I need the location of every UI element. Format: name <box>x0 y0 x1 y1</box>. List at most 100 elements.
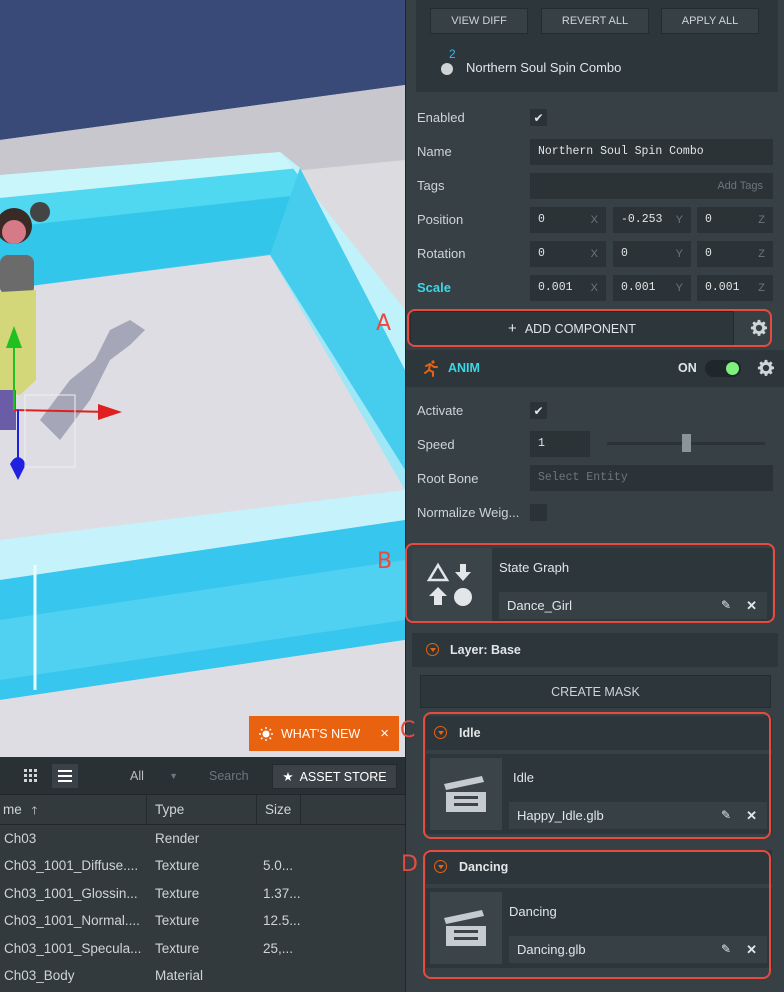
list-view-icon[interactable] <box>0 764 6 788</box>
column-name[interactable]: me 🡑 <box>0 795 147 825</box>
speed-field[interactable]: 1 <box>530 431 590 457</box>
asset-row[interactable]: Ch03_1001_Diffuse.... Texture 5.0... <box>0 852 405 879</box>
asset-row[interactable]: Ch03 Render <box>0 825 405 852</box>
apply-all-button[interactable]: APPLY ALL <box>661 8 759 34</box>
whats-new-label: WHAT'S NEW <box>281 726 361 741</box>
asset-type: Material <box>155 967 204 983</box>
anim-component-header: ANIM ON <box>406 350 784 387</box>
scene-render <box>0 0 405 757</box>
speed-label: Speed <box>417 437 455 452</box>
asset-type: Texture <box>155 913 200 929</box>
tags-placeholder: Add Tags <box>717 180 763 192</box>
asset-row[interactable]: Ch03_1001_Normal.... Texture 12.5... <box>0 907 405 934</box>
running-figure-icon <box>422 359 440 380</box>
template-panel: VIEW DIFF REVERT ALL APPLY ALL 2 Norther… <box>416 0 778 92</box>
assets-panel: All ▼ Search ★ ASSET STORE me 🡑 Type Siz… <box>0 757 405 992</box>
template-instance-item[interactable]: 2 Northern Soul Spin Combo <box>432 45 772 85</box>
asset-store-label: ASSET STORE <box>299 769 387 784</box>
activate-label: Activate <box>417 403 464 418</box>
annotation-label-b: B <box>377 549 393 574</box>
asset-row[interactable]: Ch03_1001_Specula... Texture 25,... <box>0 935 405 962</box>
details-view-icon[interactable] <box>52 764 78 788</box>
asset-name: Ch03 <box>4 831 37 846</box>
toggle-knob <box>726 362 739 375</box>
name-field[interactable]: Northern Soul Spin Combo <box>530 139 773 165</box>
rotation-y-field[interactable]: 0Y <box>613 241 691 267</box>
asset-row[interactable]: Ch03_1001_Glossin... Texture 1.37... <box>0 880 405 907</box>
asset-table-header: me 🡑 Type Size <box>0 795 405 825</box>
speed-slider-track[interactable] <box>607 434 765 452</box>
position-z-field[interactable]: 0Z <box>697 207 773 233</box>
scale-y-field[interactable]: 0.001 Y <box>613 275 691 301</box>
whats-new-button[interactable]: WHAT'S NEW × <box>249 716 399 751</box>
tags-label: Tags <box>417 178 445 193</box>
entity-dot-icon <box>441 63 453 75</box>
asset-size: 12.5... <box>263 913 301 929</box>
asset-type: Render <box>155 831 200 846</box>
asset-name: Ch03_1001_Specula... <box>4 940 142 956</box>
filter-value: All <box>130 769 144 783</box>
column-type[interactable]: Type <box>147 795 257 825</box>
asset-size: 5.0... <box>263 858 294 874</box>
asset-name: Ch03_1001_Diffuse.... <box>4 858 139 874</box>
on-label: ON <box>678 361 697 375</box>
annotation-label-a: A <box>376 311 392 336</box>
instance-count: 2 <box>449 47 456 61</box>
normalize-weights-checkbox[interactable] <box>530 504 547 521</box>
root-bone-field[interactable]: Select Entity <box>530 465 773 491</box>
anim-enabled-toggle[interactable] <box>705 360 741 377</box>
instance-name: Northern Soul Spin Combo <box>466 60 622 75</box>
annotation-label-c: C <box>400 718 416 743</box>
anim-title: ANIM <box>448 361 480 375</box>
annotation-box-a <box>407 309 772 347</box>
normalize-weights-label: Normalize Weig... <box>417 505 520 520</box>
asset-search-input[interactable]: Search <box>199 764 267 789</box>
scale-z-field[interactable]: 0.001 Z <box>697 275 773 301</box>
asset-list: Ch03 Render Ch03_1001_Diffuse.... Texture 5.… <box>0 825 405 989</box>
sort-arrow-icon: 🡑 <box>31 805 38 817</box>
annotation-box-c <box>423 712 771 839</box>
rotation-x-field[interactable]: 0X <box>530 241 606 267</box>
position-y-field[interactable]: -0.253 Y <box>613 207 691 233</box>
annotation-box-d <box>423 850 771 979</box>
enabled-checkbox[interactable]: ✔ <box>530 109 547 126</box>
scale-x-field[interactable]: 0.001 X <box>530 275 606 301</box>
scene-viewport[interactable]: WHAT'S NEW × <box>0 0 405 757</box>
column-size[interactable]: Size <box>257 795 301 825</box>
asset-name: Ch03_1001_Normal.... <box>4 913 140 929</box>
editor-window: WHAT'S NEW × All ▼ Search ★ ASSET STORE <box>0 0 784 992</box>
name-label: Name <box>417 144 452 159</box>
scale-label: Scale <box>417 280 451 295</box>
asset-row[interactable]: Ch03_Body Material <box>0 962 405 989</box>
enabled-label: Enabled <box>417 110 465 125</box>
speed-slider-handle[interactable] <box>682 434 691 452</box>
inspector-panel: VIEW DIFF REVERT ALL APPLY ALL 2 Norther… <box>405 0 784 992</box>
chevron-down-icon: ▼ <box>169 771 178 781</box>
tags-field[interactable]: Add Tags <box>530 173 773 199</box>
asset-size: 25,... <box>263 940 294 956</box>
asset-store-button[interactable]: ★ ASSET STORE <box>272 764 397 789</box>
close-icon[interactable]: × <box>380 725 389 742</box>
rotation-z-field[interactable]: 0Z <box>697 241 773 267</box>
sun-icon <box>259 726 273 741</box>
asset-type-filter[interactable]: All ▼ <box>120 764 190 789</box>
grid-view-icon[interactable] <box>19 764 43 788</box>
asset-name: Ch03_Body <box>4 967 75 983</box>
asset-name: Ch03_1001_Glossin... <box>4 885 138 901</box>
annotation-label-d: D <box>401 852 418 877</box>
anim-settings-gear-icon[interactable] <box>752 354 780 382</box>
collapse-arrow-icon <box>426 643 439 656</box>
root-bone-label: Root Bone <box>417 471 479 486</box>
star-icon: ★ <box>282 770 294 784</box>
view-diff-button[interactable]: VIEW DIFF <box>430 8 528 34</box>
asset-size: 1.37... <box>263 885 301 901</box>
rotation-label: Rotation <box>417 246 466 261</box>
asset-type: Texture <box>155 940 200 956</box>
asset-type: Texture <box>155 858 200 874</box>
layer-base-header[interactable]: Layer: Base <box>412 633 778 667</box>
revert-all-button[interactable]: REVERT ALL <box>541 8 649 34</box>
annotation-box-b <box>405 543 775 623</box>
create-mask-button[interactable]: CREATE MASK <box>420 675 771 708</box>
position-x-field[interactable]: 0X <box>530 207 606 233</box>
activate-checkbox[interactable]: ✔ <box>530 402 547 419</box>
